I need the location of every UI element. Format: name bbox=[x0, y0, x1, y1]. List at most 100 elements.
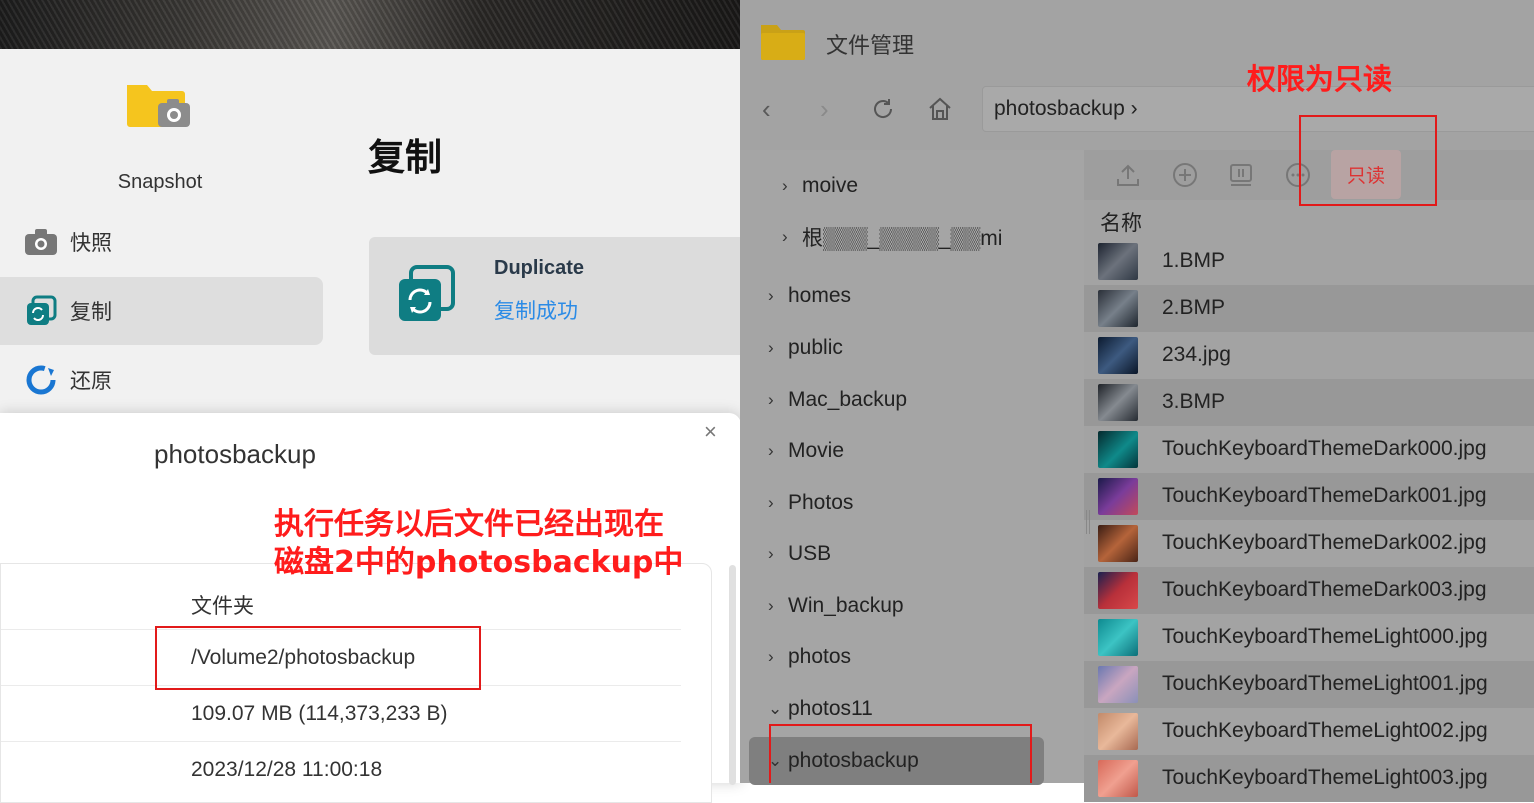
chevron-right-icon: › bbox=[782, 176, 788, 195]
info-row-type: 文件夹 bbox=[1, 574, 681, 630]
file-name: 2.BMP bbox=[1162, 296, 1226, 319]
file-thumbnail bbox=[1098, 290, 1138, 327]
file-row[interactable]: 234.jpg bbox=[1084, 332, 1534, 379]
pane-resize-handle[interactable] bbox=[1086, 510, 1090, 534]
menu-item-label: 还原 bbox=[70, 370, 112, 393]
tree-item[interactable]: › photos bbox=[768, 637, 851, 677]
dialog-title: photosbackup bbox=[154, 439, 316, 469]
task-status-link[interactable]: 复制成功 bbox=[494, 295, 578, 325]
tree-item-label: USB bbox=[788, 542, 832, 565]
file-row[interactable]: TouchKeyboardThemeLight000.jpg bbox=[1084, 614, 1534, 661]
file-row[interactable]: 1.BMP bbox=[1084, 238, 1534, 285]
breadcrumb-item[interactable]: photosbackup bbox=[994, 97, 1125, 120]
file-name: TouchKeyboardThemeLight000.jpg bbox=[1162, 625, 1488, 648]
file-thumbnail bbox=[1098, 572, 1138, 609]
task-name: Duplicate bbox=[494, 257, 585, 279]
chevron-right-icon: › bbox=[768, 338, 774, 357]
tree-item-label: Win_backup bbox=[788, 594, 904, 617]
replicate-icon bbox=[24, 294, 58, 328]
chevron-right-icon: › bbox=[768, 441, 774, 460]
file-row[interactable]: 3.BMP bbox=[1084, 379, 1534, 426]
back-icon[interactable]: ‹ bbox=[762, 94, 771, 125]
info-row-modified: 2023/12/28 11:00:18 bbox=[1, 742, 681, 798]
tree-item-label: moive bbox=[802, 174, 859, 197]
info-value: 109.07 MB (114,373,233 B) bbox=[191, 702, 448, 725]
file-thumbnail bbox=[1098, 619, 1138, 656]
chevron-right-icon: › bbox=[768, 596, 774, 615]
upload-icon[interactable] bbox=[1114, 161, 1142, 189]
file-thumbnail bbox=[1098, 478, 1138, 515]
file-thumbnail bbox=[1098, 431, 1138, 468]
refresh-icon[interactable] bbox=[870, 96, 896, 129]
tree-item[interactable]: › USB bbox=[768, 534, 831, 574]
menu-item-replicate[interactable]: 复制 bbox=[0, 277, 323, 345]
chevron-right-icon: › bbox=[782, 227, 788, 246]
menu-item-label: 快照 bbox=[70, 232, 112, 255]
file-name: TouchKeyboardThemeLight003.jpg bbox=[1162, 766, 1488, 789]
tree-item-label: photos bbox=[788, 645, 852, 668]
tree-item[interactable]: › homes bbox=[768, 276, 851, 316]
menu-item-label: 复制 bbox=[70, 301, 112, 324]
file-row[interactable]: TouchKeyboardThemeDark003.jpg bbox=[1084, 567, 1534, 614]
tree-item[interactable]: › Movie bbox=[768, 431, 844, 471]
tree-item[interactable]: › public bbox=[768, 328, 843, 368]
tree-item[interactable]: › Photos bbox=[768, 483, 853, 523]
breadcrumb[interactable]: photosbackup › bbox=[994, 97, 1138, 121]
file-row[interactable]: TouchKeyboardThemeDark002.jpg bbox=[1084, 520, 1534, 567]
file-thumbnail bbox=[1098, 525, 1138, 562]
close-icon[interactable]: × bbox=[704, 419, 717, 445]
forward-icon[interactable]: › bbox=[820, 94, 829, 125]
chevron-right-icon: › bbox=[768, 647, 774, 666]
home-icon[interactable] bbox=[927, 96, 953, 129]
tree-item[interactable]: ⌄ photos11 bbox=[768, 689, 873, 729]
annotation-box-path bbox=[155, 626, 481, 690]
tree-item-label: Photos bbox=[788, 491, 854, 514]
file-thumbnail bbox=[1098, 666, 1138, 703]
properties-dialog: photosbackup × 文件夹 /Volume2/photosbackup… bbox=[0, 413, 741, 803]
chevron-down-icon: ⌄ bbox=[768, 699, 783, 718]
annotation-line: 磁盘2中的photosbackup中 bbox=[274, 545, 684, 580]
menu-item-snapshot[interactable]: 快照 bbox=[0, 208, 323, 276]
menu-item-restore[interactable]: 还原 bbox=[0, 346, 323, 414]
annotation-task-note: 执行任务以后文件已经出现在 磁盘2中的photosbackup中 bbox=[274, 506, 683, 582]
file-name: TouchKeyboardThemeLight002.jpg bbox=[1162, 719, 1488, 742]
annotation-readonly: 权限为只读 bbox=[1247, 62, 1393, 96]
chevron-right-icon: › bbox=[768, 286, 774, 305]
tree-item-label: photos11 bbox=[788, 697, 873, 720]
add-icon[interactable] bbox=[1171, 161, 1199, 189]
file-thumbnail bbox=[1098, 384, 1138, 421]
task-card[interactable]: Duplicate 复制成功 bbox=[369, 237, 749, 355]
tree-item[interactable]: › Mac_backup bbox=[768, 380, 907, 420]
file-row[interactable]: 2.BMP bbox=[1084, 285, 1534, 332]
column-header-name[interactable]: 名称 bbox=[1100, 207, 1142, 237]
background-photo bbox=[0, 0, 740, 49]
tree-item-label: public bbox=[788, 336, 843, 359]
file-name: TouchKeyboardThemeDark002.jpg bbox=[1162, 531, 1487, 554]
scrollbar[interactable] bbox=[729, 565, 736, 785]
info-value: 文件夹 bbox=[191, 595, 254, 618]
file-thumbnail bbox=[1098, 760, 1138, 797]
compress-icon[interactable] bbox=[1227, 161, 1255, 189]
tree-item[interactable]: › Win_backup bbox=[768, 586, 904, 626]
tree-item[interactable]: › moive bbox=[782, 166, 858, 206]
tree-item[interactable]: › 根▒▒▒_▒▒▒▒_▒▒mi bbox=[782, 217, 1002, 257]
tree-item-label: homes bbox=[788, 284, 852, 307]
app-title: Snapshot bbox=[117, 171, 203, 193]
info-value: 2023/12/28 11:00:18 bbox=[191, 758, 383, 781]
file-row[interactable]: TouchKeyboardThemeDark000.jpg bbox=[1084, 426, 1534, 473]
tree-item-label: 根▒▒▒_▒▒▒▒_▒▒mi bbox=[802, 227, 1003, 250]
file-thumbnail bbox=[1098, 337, 1138, 374]
replicate-task-icon bbox=[397, 265, 455, 328]
annotation-box-folder bbox=[769, 724, 1032, 783]
file-name: 3.BMP bbox=[1162, 390, 1226, 413]
annotation-line: 执行任务以后文件已经出现在 bbox=[274, 507, 664, 542]
file-row[interactable]: TouchKeyboardThemeLight002.jpg bbox=[1084, 708, 1534, 755]
file-thumbnail bbox=[1098, 713, 1138, 750]
snapshot-logo-icon bbox=[124, 81, 192, 131]
restore-icon bbox=[24, 363, 58, 397]
camera-icon bbox=[24, 225, 58, 259]
file-row[interactable]: TouchKeyboardThemeDark001.jpg bbox=[1084, 473, 1534, 520]
file-row[interactable]: TouchKeyboardThemeLight003.jpg bbox=[1084, 755, 1534, 802]
file-row[interactable]: TouchKeyboardThemeLight001.jpg bbox=[1084, 661, 1534, 708]
tree-item-label: Movie bbox=[788, 439, 845, 462]
